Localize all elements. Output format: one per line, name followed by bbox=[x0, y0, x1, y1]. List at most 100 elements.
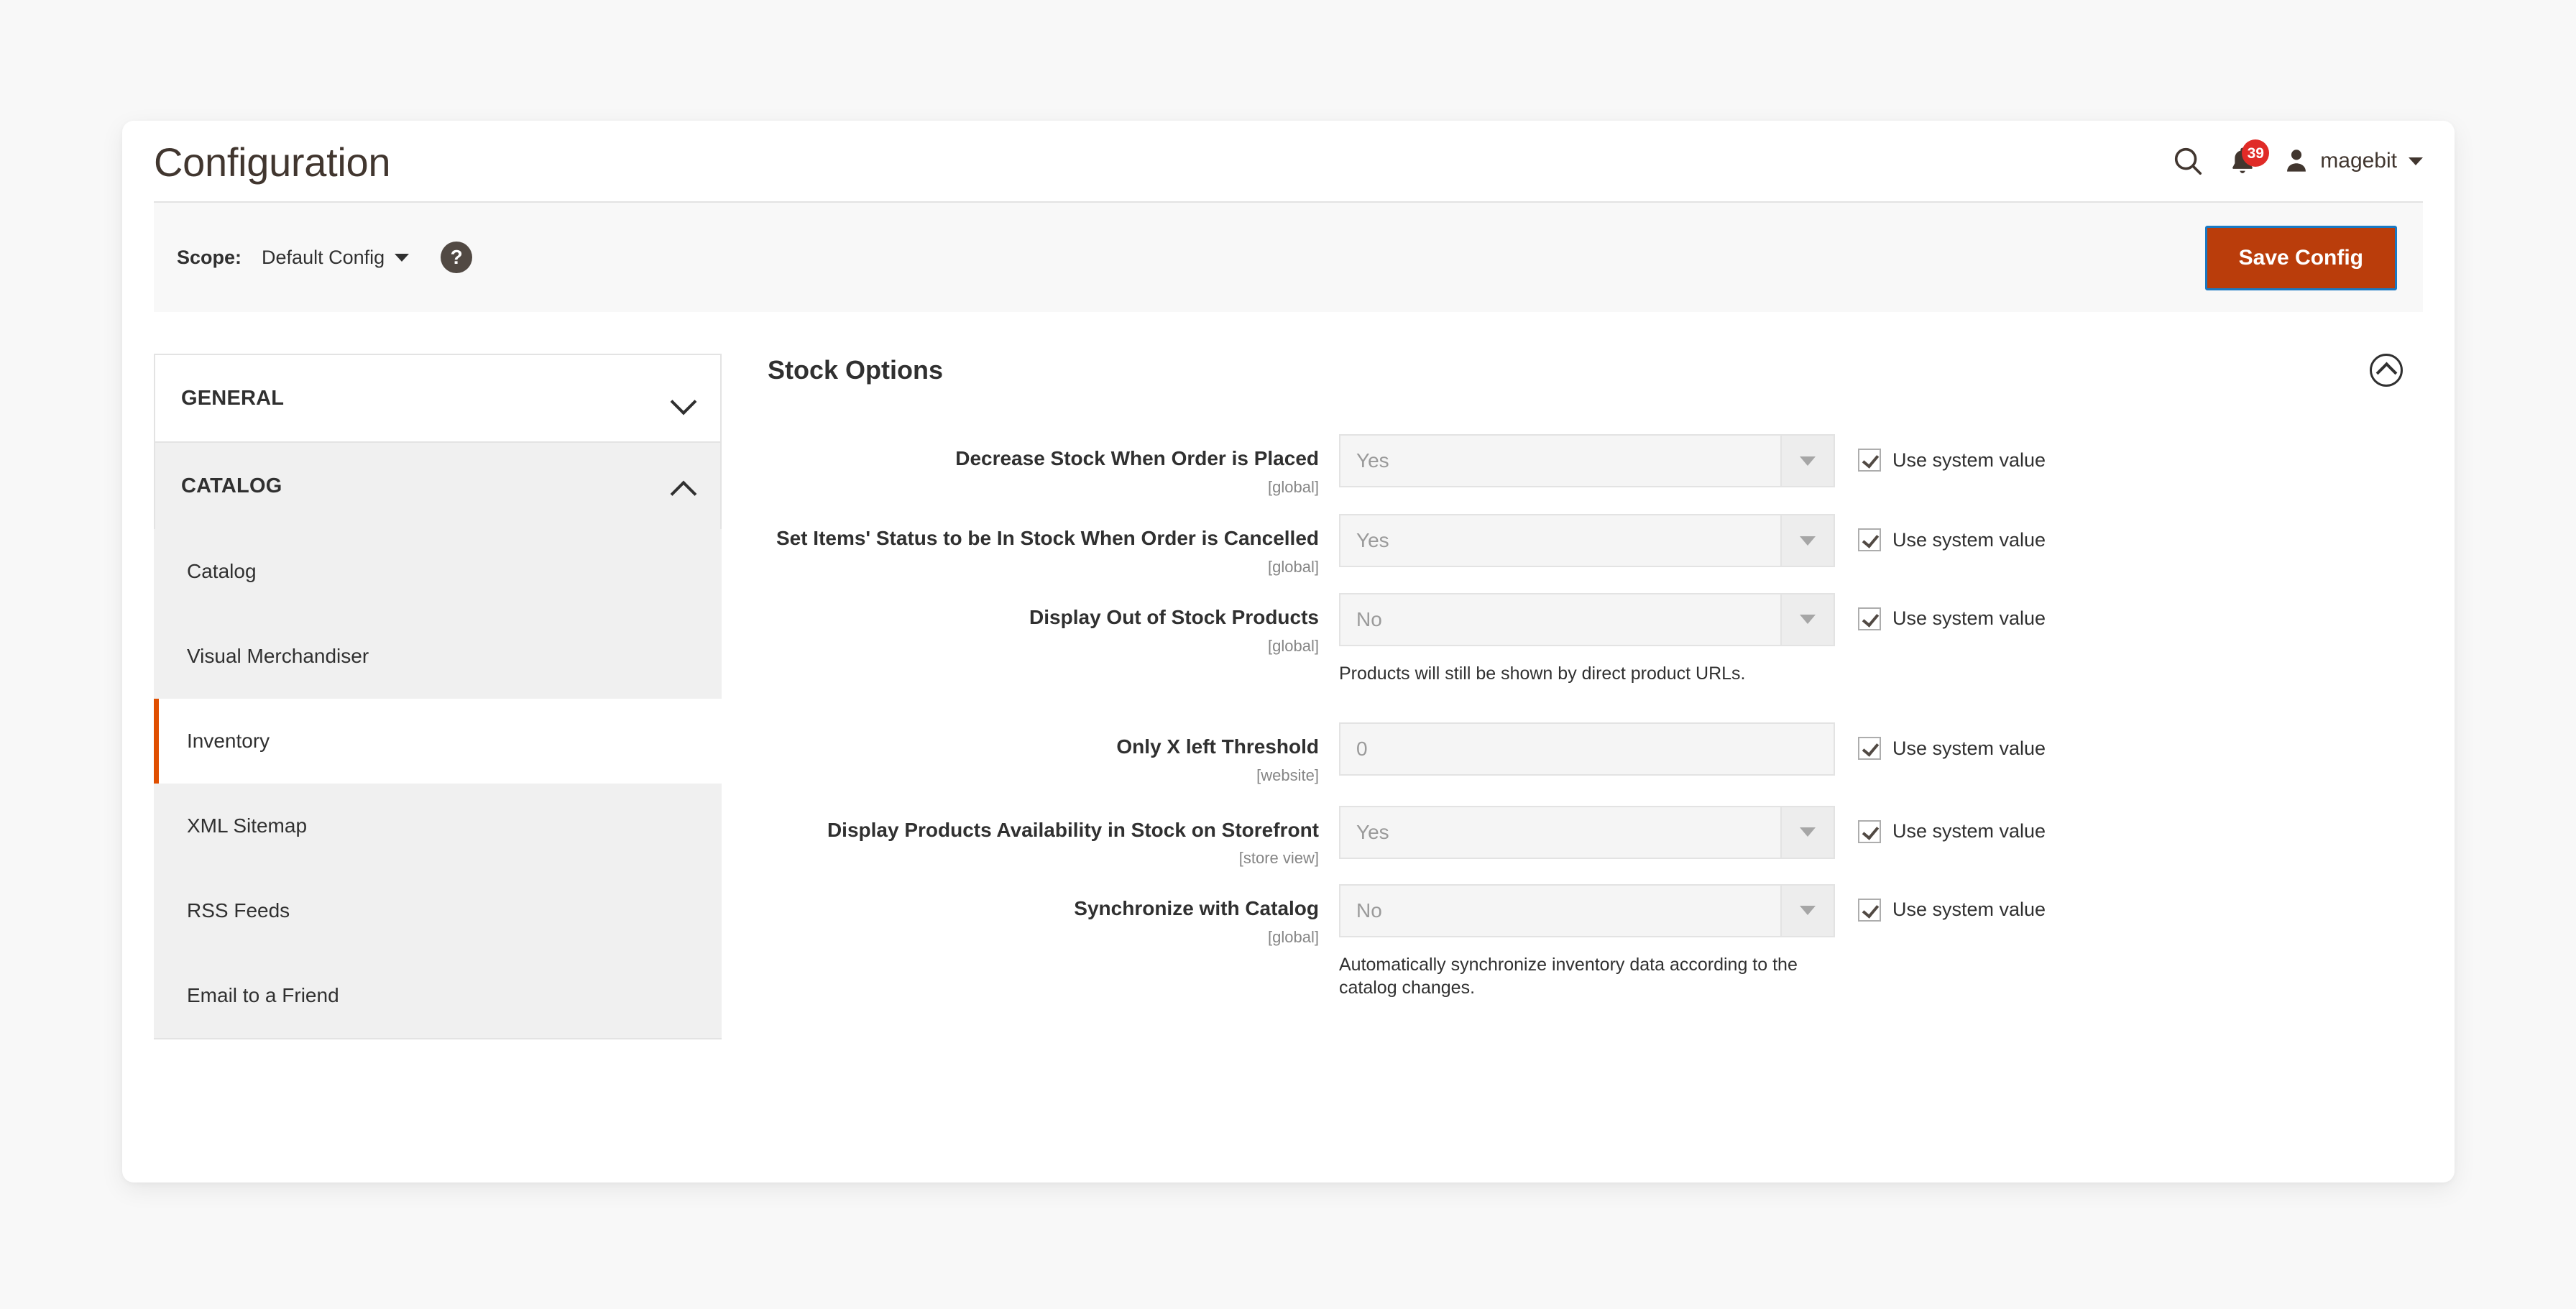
field-label: Decrease Stock When Order is Placed bbox=[955, 447, 1319, 469]
field-label: Display Products Availability in Stock o… bbox=[827, 818, 1319, 841]
nav-section-header-general[interactable]: GENERAL bbox=[155, 355, 720, 441]
use-system-value-label: Use system value bbox=[1892, 607, 2046, 630]
use-system-value-checkbox[interactable] bbox=[1858, 528, 1881, 552]
use-system-value-toggle[interactable]: Use system value bbox=[1858, 722, 2046, 761]
field-control-col: Yes bbox=[1339, 514, 1835, 568]
select-wrapper[interactable]: Yes bbox=[1339, 434, 1835, 487]
page-body: GENERAL CATALOG Catalog Visual Merchandi… bbox=[122, 312, 2455, 1039]
use-system-value-toggle[interactable]: Use system value bbox=[1858, 884, 2046, 922]
field-scope-tag: [global] bbox=[1268, 636, 1319, 655]
field-row-display-out-of-stock-products: Display Out of Stock Products [global] N… bbox=[768, 592, 2409, 686]
sidebar-item-xml-sitemap[interactable]: XML Sitemap bbox=[154, 784, 722, 868]
select-wrapper[interactable]: No bbox=[1339, 592, 1835, 646]
nav-section-general: GENERAL bbox=[154, 354, 722, 441]
use-system-value-checkbox[interactable] bbox=[1858, 898, 1881, 922]
field-control-col bbox=[1339, 722, 1835, 776]
use-system-value-label: Use system value bbox=[1892, 820, 2046, 842]
use-system-value-label: Use system value bbox=[1892, 528, 2046, 551]
search-icon bbox=[2175, 147, 2202, 175]
display-out-of-stock-select[interactable]: No bbox=[1339, 592, 1835, 646]
use-system-value-toggle[interactable]: Use system value bbox=[1858, 806, 2046, 843]
field-help-note: Products will still be shown by direct p… bbox=[1339, 663, 1746, 684]
sidebar-item-email-to-a-friend[interactable]: Email to a Friend bbox=[154, 953, 722, 1038]
use-system-value-checkbox[interactable] bbox=[1858, 449, 1881, 472]
select-wrapper[interactable]: No bbox=[1339, 883, 1835, 937]
question-mark-icon[interactable]: ? bbox=[441, 242, 473, 273]
only-x-left-threshold-input[interactable] bbox=[1339, 722, 1835, 776]
nav-section-header-catalog[interactable]: CATALOG bbox=[155, 443, 720, 529]
scope-bar: Scope: Default Config ? Save Config bbox=[154, 201, 2423, 312]
select-wrapper[interactable]: Yes bbox=[1339, 514, 1835, 568]
scope-label: Scope: bbox=[177, 246, 242, 268]
section-title: Stock Options bbox=[768, 355, 944, 385]
field-label-col: Display Products Availability in Stock o… bbox=[768, 806, 1339, 868]
field-control-col: No Automatically synchronize inventory d… bbox=[1339, 883, 1835, 1000]
field-row-synchronize-with-catalog: Synchronize with Catalog [global] No Aut… bbox=[768, 883, 2409, 1000]
nav-section-title: CATALOG bbox=[181, 474, 282, 497]
chevron-down-icon bbox=[1780, 885, 1834, 936]
search-button[interactable] bbox=[2161, 138, 2215, 184]
section-header-stock-options: Stock Options bbox=[768, 354, 2409, 387]
field-label-col: Decrease Stock When Order is Placed [glo… bbox=[768, 434, 1339, 497]
field-scope-tag: [global] bbox=[1268, 558, 1319, 577]
field-label: Only X left Threshold bbox=[1116, 735, 1319, 758]
field-label: Synchronize with Catalog bbox=[1074, 896, 1319, 919]
chevron-down-icon bbox=[1780, 515, 1834, 566]
set-items-status-select[interactable]: Yes bbox=[1339, 514, 1835, 568]
field-help-note: Automatically synchronize inventory data… bbox=[1339, 954, 1798, 998]
sidebar-item-inventory[interactable]: Inventory bbox=[154, 699, 724, 784]
page-header: Configuration 39 magebit bbox=[122, 121, 2455, 201]
use-system-value-label: Use system value bbox=[1892, 449, 2046, 471]
field-label-col: Display Out of Stock Products [global] bbox=[768, 593, 1339, 656]
use-system-value-toggle[interactable]: Use system value bbox=[1858, 434, 2046, 472]
field-scope-tag: [store view] bbox=[1238, 849, 1319, 868]
user-menu[interactable]: magebit bbox=[2270, 138, 2433, 184]
use-system-value-checkbox[interactable] bbox=[1858, 607, 1881, 630]
field-label: Set Items' Status to be In Stock When Or… bbox=[776, 527, 1319, 550]
field-row-set-items-status-in-stock-when-order-cancelled: Set Items' Status to be In Stock When Or… bbox=[768, 514, 2409, 577]
config-sidebar-nav: GENERAL CATALOG Catalog Visual Merchandi… bbox=[154, 354, 724, 1039]
sidebar-item-rss-feeds[interactable]: RSS Feeds bbox=[154, 868, 722, 953]
chevron-down-icon bbox=[1780, 594, 1834, 645]
field-label: Display Out of Stock Products bbox=[1029, 605, 1319, 628]
chevron-down-icon bbox=[1780, 807, 1834, 858]
chevron-down-icon bbox=[2409, 157, 2423, 165]
field-control-col: No Products will still be shown by direc… bbox=[1339, 592, 1835, 686]
sidebar-item-catalog[interactable]: Catalog bbox=[154, 529, 722, 614]
bell-wrapper: 39 bbox=[2226, 139, 2270, 180]
user-avatar-icon bbox=[2287, 150, 2306, 172]
scope-switcher[interactable]: Default Config bbox=[262, 246, 410, 269]
field-scope-tag: [global] bbox=[1268, 927, 1319, 946]
select-wrapper[interactable]: Yes bbox=[1339, 805, 1835, 859]
field-row-decrease-stock-when-order-is-placed: Decrease Stock When Order is Placed [glo… bbox=[768, 434, 2409, 497]
field-label-col: Set Items' Status to be In Stock When Or… bbox=[768, 514, 1339, 577]
notifications-badge: 39 bbox=[2242, 139, 2270, 167]
chevron-up-icon bbox=[671, 479, 696, 493]
use-system-value-toggle[interactable]: Use system value bbox=[1858, 593, 2046, 630]
display-availability-select[interactable]: Yes bbox=[1339, 805, 1835, 859]
synchronize-with-catalog-select[interactable]: No bbox=[1339, 883, 1835, 937]
sidebar-item-visual-merchandiser[interactable]: Visual Merchandiser bbox=[154, 614, 722, 699]
use-system-value-toggle[interactable]: Use system value bbox=[1858, 514, 2046, 552]
chevron-down-icon bbox=[671, 391, 696, 405]
field-label-col: Only X left Threshold [website] bbox=[768, 722, 1339, 785]
text-input-wrapper[interactable] bbox=[1339, 722, 1835, 776]
use-system-value-checkbox[interactable] bbox=[1858, 819, 1881, 843]
chevron-up-circle-icon[interactable] bbox=[2370, 354, 2403, 387]
field-control-col: Yes bbox=[1339, 805, 1835, 859]
notifications-button[interactable]: 39 bbox=[2215, 138, 2270, 184]
use-system-value-label: Use system value bbox=[1892, 899, 2046, 921]
field-scope-tag: [global] bbox=[1268, 477, 1319, 496]
header-tools: 39 magebit bbox=[2161, 138, 2433, 184]
nav-section-catalog: CATALOG bbox=[154, 441, 722, 529]
save-config-button[interactable]: Save Config bbox=[2204, 226, 2397, 290]
chevron-down-icon bbox=[1780, 436, 1834, 486]
nav-section-title: GENERAL bbox=[181, 386, 285, 410]
scope-value-label: Default Config bbox=[262, 246, 385, 268]
chevron-down-icon bbox=[395, 253, 410, 262]
page-title: Configuration bbox=[154, 139, 391, 185]
use-system-value-checkbox[interactable] bbox=[1858, 737, 1881, 761]
decrease-stock-select[interactable]: Yes bbox=[1339, 434, 1835, 487]
nav-items-catalog: Catalog Visual Merchandiser Inventory XM… bbox=[154, 529, 724, 1039]
field-scope-tag: [website] bbox=[1256, 766, 1319, 785]
